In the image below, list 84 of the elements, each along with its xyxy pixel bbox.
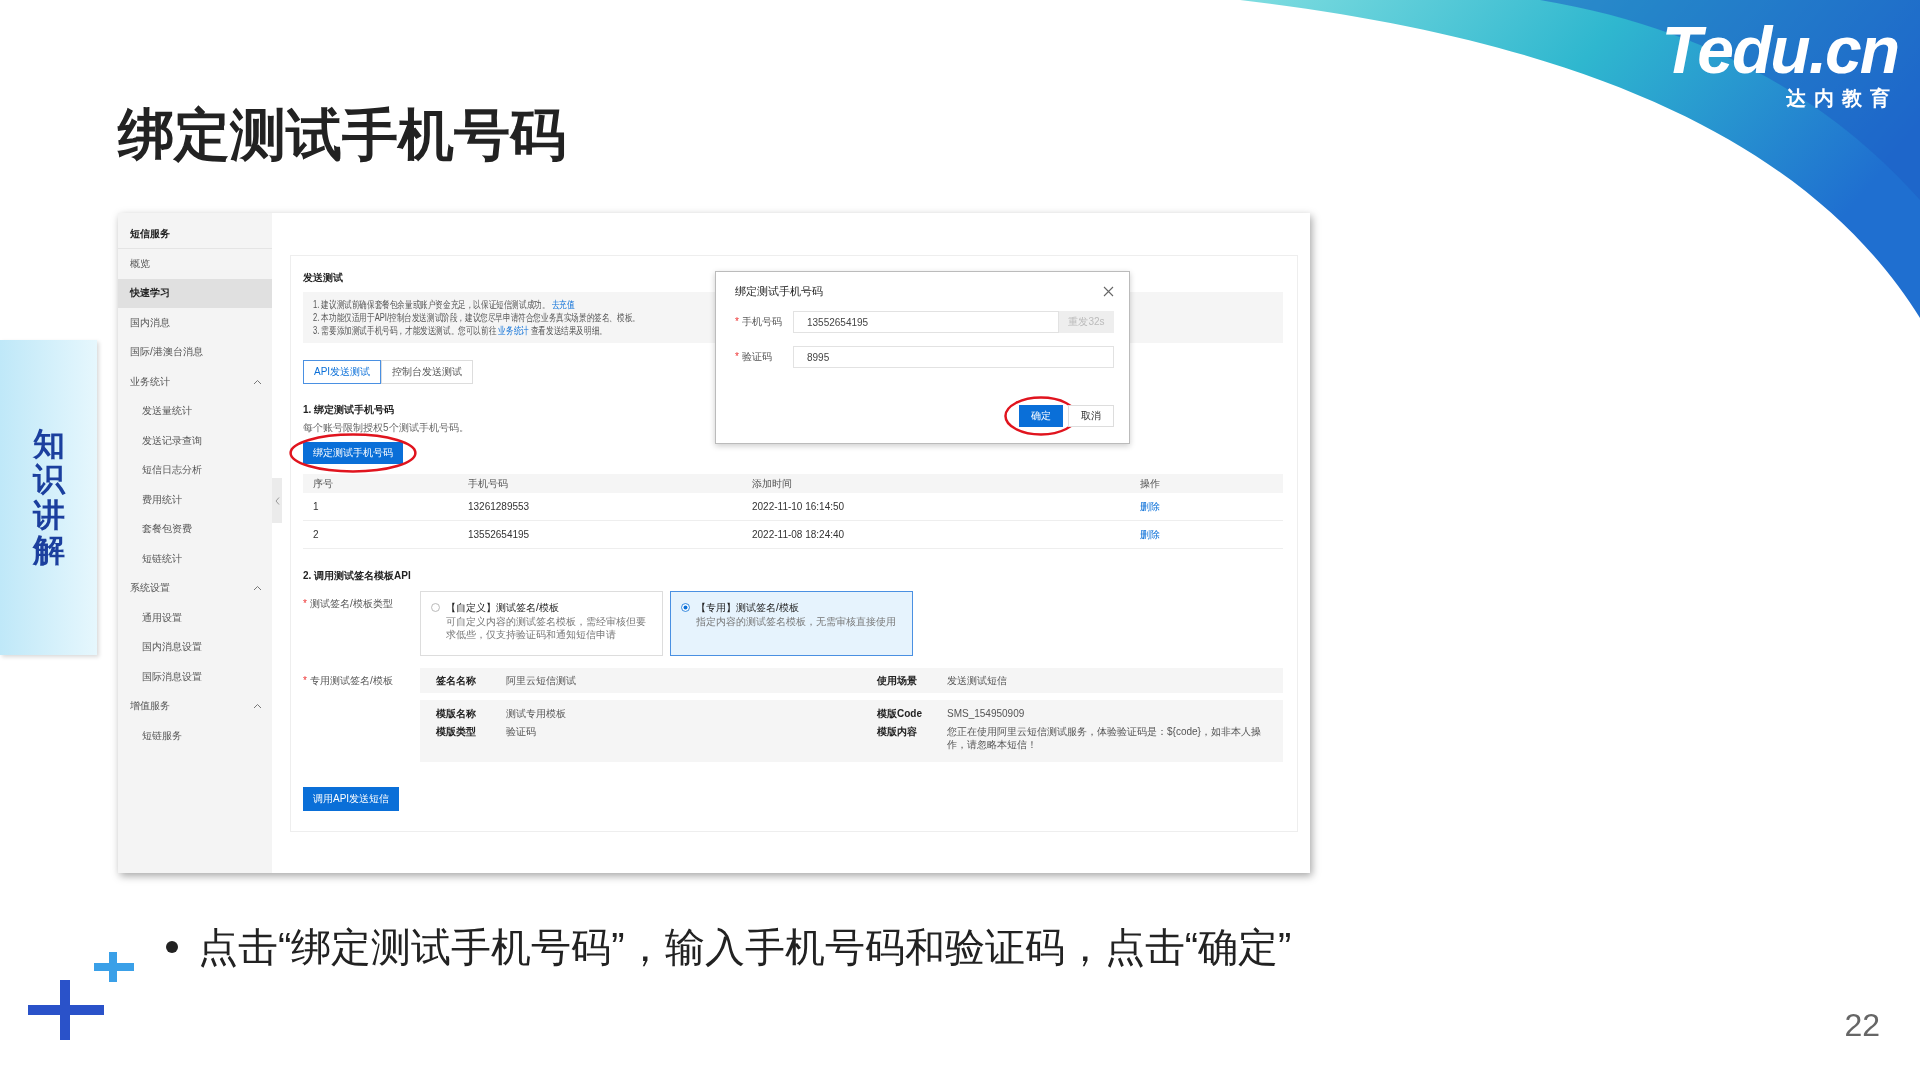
sidebar-item[interactable]: 短信日志分析 xyxy=(118,455,272,485)
sidebar-item[interactable]: 套餐包资费 xyxy=(118,514,272,544)
chevron-up-icon[interactable] xyxy=(253,585,262,592)
chevron-left-icon xyxy=(274,496,280,505)
bullet-icon xyxy=(166,941,178,953)
sidebar-item[interactable]: 国际消息设置 xyxy=(118,662,272,692)
notice-link[interactable]: 业务统计 xyxy=(498,325,529,336)
table-cell-text: 2 xyxy=(313,529,320,540)
tab[interactable]: 控制台发送测试 xyxy=(381,360,474,384)
send-sms-button[interactable]: 调用API发送短信 xyxy=(303,787,400,811)
sidebar-item[interactable]: 发送记录查询 xyxy=(118,426,272,456)
detail-label: 模版内容 xyxy=(877,725,918,739)
logo-text: Tedu.cn xyxy=(1661,14,1898,86)
sidebar-item[interactable]: 国内消息 xyxy=(118,308,272,338)
notice-line: 3. 需要添加测试手机号码，才能发送测试。您可以前往 业务统计 查看发送结果及明细。 xyxy=(313,324,607,337)
section-title: 发送测试 xyxy=(303,271,343,285)
side-tab-label: 知识讲解 xyxy=(32,427,65,568)
detail-value: 发送测试短信 xyxy=(947,674,1008,687)
slide-title: 绑定测试手机号码 xyxy=(118,102,567,168)
table-cell-text: 2022-11-08 18:24:40 xyxy=(752,529,846,540)
hint-text: 每个账号限制授权5个测试手机号码。 xyxy=(303,422,469,434)
option-title: 【自定义】测试签名/模板 xyxy=(446,601,560,615)
sidebar-item[interactable]: 通用设置 xyxy=(118,603,272,633)
step-heading: 1. 绑定测试手机号码 xyxy=(303,403,395,417)
delete-link[interactable]: 删除 xyxy=(1140,500,1160,512)
column-header: 手机号码 xyxy=(468,476,509,491)
option-card[interactable]: 【自定义】测试签名/模板 可自定义内容的测试签名模板，需经审核但要求低些，仅支持验证码和通知短信申请 xyxy=(420,591,663,656)
sidebar-item[interactable]: 系统设置 xyxy=(118,573,272,603)
detail-label: 使用场景 xyxy=(877,674,918,687)
option-title: 【专用】测试签名/模板 xyxy=(696,601,800,615)
option-card[interactable]: 【专用】测试签名/模板 指定内容的测试签名模板，无需审核直接使用 xyxy=(670,591,913,656)
collapse-handle[interactable] xyxy=(272,478,282,523)
column-header: 添加时间 xyxy=(752,476,793,491)
detail-value: 测试专用模板 xyxy=(506,707,567,720)
detail-value: 验证码 xyxy=(506,725,537,739)
sidebar-item[interactable]: 增值服务 xyxy=(118,691,272,721)
logo-subtitle: 达内教育 xyxy=(1786,86,1898,110)
radio-icon[interactable] xyxy=(681,603,690,612)
field-label: * 手机号码 xyxy=(735,315,783,329)
table-cell-text: 2022-11-10 16:14:50 xyxy=(752,501,846,512)
delete-link[interactable]: 删除 xyxy=(1140,528,1160,540)
sidebar-item[interactable]: 发送量统计 xyxy=(118,396,272,426)
table-cell-text: 13261289553 xyxy=(468,501,531,512)
bullet-text: 点击“绑定测试手机号码”，输入手机号码和验证码，点击“确定” xyxy=(198,924,1292,971)
notice-line: 1. 建议测试前确保套餐包余量或账户资金充足，以保证短信测试成功。 去充值 xyxy=(313,298,575,311)
option-description: 指定内容的测试签名模板，无需审核直接使用 xyxy=(696,615,896,628)
detail-value: 阿里云短信测试 xyxy=(506,674,577,687)
chevron-up-icon[interactable] xyxy=(253,703,262,710)
sidebar-item[interactable]: 费用统计 xyxy=(118,485,272,515)
column-header: 操作 xyxy=(1140,476,1161,491)
column-header: 序号 xyxy=(313,476,334,491)
sidebar-item[interactable]: 国际/港澳台消息 xyxy=(118,337,272,367)
sidebar-item[interactable]: 短链统计 xyxy=(118,544,272,574)
table-cell-text: 1 xyxy=(313,501,320,512)
detail-label: 签名名称 xyxy=(436,674,477,687)
bind-phone-button[interactable]: 绑定测试手机号码 xyxy=(303,442,403,464)
field-label: * 测试签名/模板类型 xyxy=(303,597,394,611)
table-cell-text: 13552654195 xyxy=(468,529,531,540)
sidebar-item[interactable]: 概览 xyxy=(118,249,272,279)
detail-label: 模版类型 xyxy=(436,725,477,739)
sidebar-item[interactable]: 国内消息设置 xyxy=(118,632,272,662)
detail-label: 模版Code xyxy=(877,707,923,720)
close-icon[interactable] xyxy=(1103,286,1114,297)
notice-line: 2. 本功能仅适用于API/控制台发送测试阶段，建议您尽早申请符合您业务真实场景的签名、模板。 xyxy=(313,311,640,324)
sidebar-item[interactable]: 短链服务 xyxy=(118,721,272,751)
field-label: * 验证码 xyxy=(735,350,773,364)
input-field[interactable]: 13552654195 xyxy=(793,311,1059,333)
input-field[interactable]: 8995 xyxy=(793,346,1114,368)
sidebar-item[interactable]: 快速学习 xyxy=(118,278,272,308)
detail-value: 您正在使用阿里云短信测试服务，体验验证码是：${code}，如非本人操作，请忽略本短信！ xyxy=(947,725,1262,751)
field-label: * 专用测试签名/模板 xyxy=(303,674,394,688)
confirm-button[interactable]: 确定 xyxy=(1019,405,1063,427)
radio-icon[interactable] xyxy=(431,603,440,612)
sidebar-item[interactable]: 业务统计 xyxy=(118,367,272,397)
tab[interactable]: API发送测试 xyxy=(303,360,382,384)
cancel-button[interactable]: 取消 xyxy=(1068,405,1114,427)
notice-link[interactable]: 去充值 xyxy=(551,299,575,310)
step-heading: 2. 调用测试签名模板API xyxy=(303,569,411,583)
detail-value: SMS_154950909 xyxy=(947,707,1026,720)
detail-label: 模版名称 xyxy=(436,707,477,720)
page-number: 22 xyxy=(1844,1007,1880,1044)
option-description: 可自定义内容的测试签名模板，需经审核但要求低些，仅支持验证码和通知短信申请 xyxy=(446,615,647,641)
chevron-up-icon[interactable] xyxy=(253,378,262,385)
dialog-title: 绑定测试手机号码 xyxy=(735,284,823,299)
